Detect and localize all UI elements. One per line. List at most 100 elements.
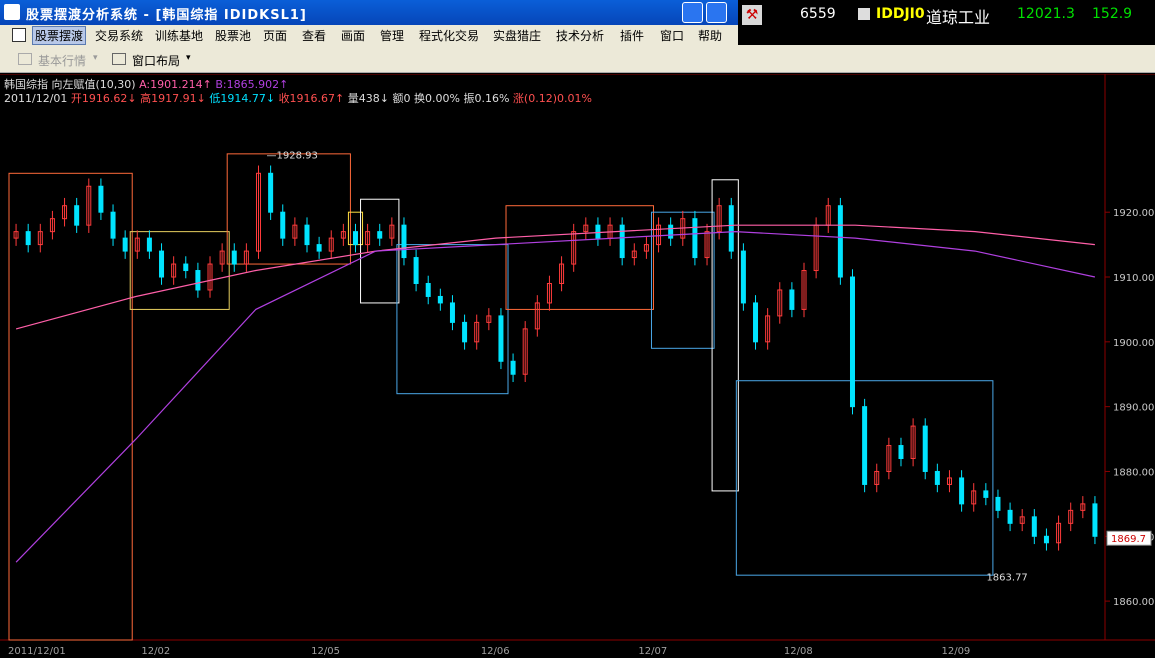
chevron-down-icon[interactable]: ▾: [93, 53, 98, 63]
candle-body: [862, 406, 868, 485]
x-tick-label: 12/09: [941, 646, 970, 657]
x-tick-label: 12/07: [638, 646, 667, 657]
low-value: 低1914.77↓: [209, 92, 276, 105]
quote-price: 12021.3: [1017, 6, 1075, 22]
quote-code[interactable]: IDDJI0: [876, 6, 925, 22]
candle-body: [110, 211, 116, 239]
y-tick-label: 1920.00: [1113, 208, 1154, 219]
candle-body: [1092, 503, 1098, 537]
quote-number: 6559: [800, 6, 836, 22]
y-tick-label: 1910.00: [1113, 273, 1154, 284]
current-price-label: 1869.7: [1111, 534, 1146, 545]
pattern-box: [129, 231, 230, 310]
candle-body: [922, 425, 928, 472]
candle-body: [959, 477, 965, 505]
candle-body: [159, 250, 165, 278]
candle-body: [1043, 535, 1049, 544]
candle-body: [668, 224, 674, 239]
kline-chart[interactable]: 1860.001870.001880.001890.001900.001910.…: [0, 74, 1155, 658]
quote-icon: [18, 53, 32, 65]
chevron-down-icon[interactable]: ▾: [186, 53, 191, 63]
candle-body: [692, 218, 698, 259]
quote-panel: ⚒ 6559 IDDJI0 道琼工业 12021.3 152.9: [738, 0, 1155, 30]
menu-item-3[interactable]: 股票池: [215, 27, 251, 44]
x-tick-label: 12/02: [141, 646, 170, 657]
toolbar: 基本行情 ▾ 窗口布局 ▾: [0, 45, 1155, 73]
candle-body: [849, 276, 855, 408]
candle-body: [316, 244, 322, 252]
high-value: 高1917.91↓: [140, 92, 206, 105]
candle-body: [619, 224, 625, 259]
chart-area[interactable]: 1860.001870.001880.001890.001900.001910.…: [0, 74, 1155, 658]
basic-quote-button[interactable]: 基本行情: [38, 52, 86, 69]
candle-body: [789, 289, 795, 310]
candle-body: [377, 231, 383, 239]
turnover-value: 换0.00%: [414, 92, 460, 105]
app-icon: [4, 4, 20, 20]
y-tick-label: 1880.00: [1113, 467, 1154, 478]
candle-body: [498, 315, 504, 362]
candle-body: [740, 250, 746, 304]
candle-body: [195, 270, 201, 291]
menu-item-0[interactable]: 股票摆渡: [32, 26, 87, 45]
candle-body: [401, 224, 407, 259]
menu-item-6[interactable]: 画面: [341, 27, 365, 44]
hammer-icon[interactable]: ⚒: [742, 5, 762, 25]
menu-item-11[interactable]: 插件: [620, 27, 644, 44]
candle-body: [995, 496, 1001, 511]
candle-body: [425, 282, 431, 297]
candle-body: [183, 263, 189, 272]
pattern-box: [226, 153, 351, 265]
candle-body: [983, 490, 989, 498]
quote-change: 152.9: [1092, 6, 1133, 22]
x-tick-label: 12/06: [481, 646, 510, 657]
candle-body: [413, 257, 419, 284]
y-tick-label: 1860.00: [1113, 597, 1154, 608]
x-tick-label: 12/08: [784, 646, 813, 657]
volume-value: 量438↓: [347, 92, 389, 105]
candle-body: [595, 224, 601, 239]
candle-body: [122, 237, 128, 252]
x-tick-label: 12/05: [311, 646, 340, 657]
menu-item-4[interactable]: 页面: [263, 27, 287, 44]
candle-body: [98, 185, 104, 213]
candle-body: [352, 231, 358, 246]
minimize-button[interactable]: [682, 2, 703, 23]
menu-item-8[interactable]: 程式化交易: [419, 27, 479, 44]
close-value: 收1916.67↑: [278, 92, 345, 105]
candle-body: [934, 470, 940, 485]
menu-item-9[interactable]: 实盘猎庄: [493, 27, 541, 44]
maximize-button[interactable]: [706, 2, 727, 23]
menu-item-12[interactable]: 窗口: [660, 27, 684, 44]
pattern-box: [505, 205, 654, 310]
quote-name: 道琼工业: [926, 8, 991, 27]
candle-body: [1031, 516, 1037, 537]
candle-body: [280, 211, 286, 239]
rise-value: 涨(0.12)0.01%: [512, 92, 592, 105]
amplitude-value: 振0.16%: [463, 92, 510, 105]
menu-item-7[interactable]: 管理: [380, 27, 404, 44]
date: 2011/12/01: [4, 92, 68, 105]
quote-separator-icon: [858, 8, 870, 20]
window-title: 股票摆渡分析系统 - [韩国综指 IDIDKSL1]: [26, 8, 307, 23]
menu-item-13[interactable]: 帮助: [698, 27, 722, 44]
candle-body: [449, 302, 455, 323]
candle-body: [462, 321, 468, 343]
candle-body: [1007, 509, 1013, 524]
candle-body: [231, 250, 237, 265]
candle-body: [510, 360, 516, 375]
layout-icon: [112, 53, 126, 65]
candle-body: [268, 172, 274, 213]
candle-body: [728, 205, 734, 252]
candle-body: [837, 205, 843, 278]
document-icon[interactable]: [12, 28, 26, 42]
y-tick-label: 1900.00: [1113, 338, 1154, 349]
low-annotation: 1863.77: [986, 573, 1027, 584]
menu-item-2[interactable]: 训练基地: [155, 27, 203, 44]
window-layout-button[interactable]: 窗口布局: [132, 52, 180, 69]
menu-item-5[interactable]: 查看: [302, 27, 326, 44]
menu-item-1[interactable]: 交易系统: [95, 27, 143, 44]
candle-body: [304, 224, 310, 246]
menu-item-10[interactable]: 技术分析: [556, 27, 604, 44]
candle-body: [25, 231, 31, 246]
